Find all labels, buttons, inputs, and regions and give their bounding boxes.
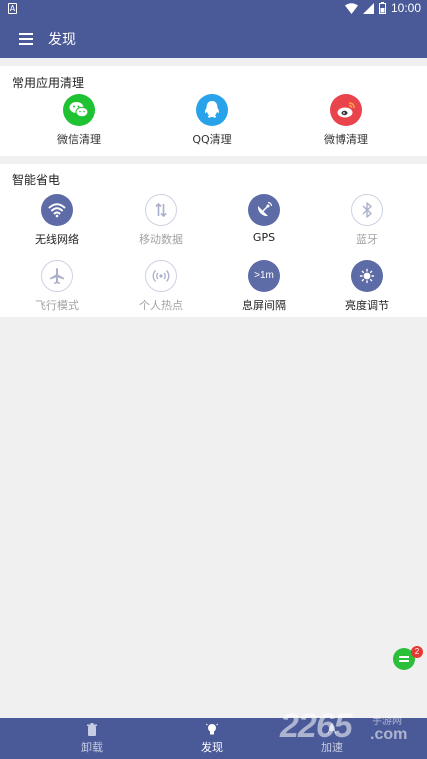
airplane-label: 飞行模式 (35, 299, 79, 312)
lightbulb-icon (167, 722, 257, 736)
screen-timeout-toggle[interactable]: >1m 息屏间隔 (224, 260, 304, 313)
section-title-common-apps: 常用应用清理 (12, 76, 85, 90)
hotspot-label: 个人热点 (139, 299, 183, 312)
airplane-toggle[interactable]: 飞行模式 (17, 260, 97, 313)
wechat-icon (63, 94, 95, 126)
section-title-power-saving: 智能省电 (12, 173, 61, 187)
weibo-icon (330, 94, 362, 126)
app-bar: 发现 (0, 18, 427, 58)
gps-label: GPS (252, 231, 276, 244)
wifi-status-icon (344, 2, 358, 14)
wifi-toggle[interactable]: 无线网络 (17, 194, 97, 247)
battery-icon (378, 2, 386, 14)
bluetooth-toggle[interactable]: 蓝牙 (327, 194, 407, 247)
watermark-logo: 2265 (280, 707, 353, 745)
nav-discover-label: 发现 (201, 741, 223, 754)
status-icons: 10:00 (344, 1, 421, 15)
nav-uninstall-label: 卸载 (81, 741, 103, 754)
gps-toggle[interactable]: GPS (224, 194, 304, 244)
bottom-nav: 卸载 发现 加速 (0, 718, 427, 759)
page-title: 发现 (48, 32, 76, 48)
common-apps-card: 常用应用清理 微信清理 QQ清理 微博清理 (0, 66, 427, 156)
mobile-data-icon (145, 194, 177, 226)
hotspot-icon (145, 260, 177, 292)
bluetooth-icon (351, 194, 383, 226)
wechat-clean-button[interactable]: 微信清理 (39, 94, 119, 147)
qq-clean-label: QQ清理 (192, 133, 232, 146)
power-saving-card: 智能省电 无线网络 移动数据 GPS 蓝牙 飞行模式 个人热点 >1m 息屏间隔… (0, 164, 427, 317)
weibo-clean-label: 微博清理 (324, 133, 368, 146)
brightness-label: 亮度调节 (345, 299, 389, 312)
qq-icon (196, 94, 228, 126)
qq-clean-button[interactable]: QQ清理 (172, 94, 252, 147)
screen-timeout-label: 息屏间隔 (242, 299, 286, 312)
watermark-domain: .com (370, 726, 408, 743)
signal-icon (362, 2, 374, 14)
wechat-clean-label: 微信清理 (57, 133, 101, 146)
floating-badge: 2 (411, 646, 423, 658)
weibo-clean-button[interactable]: 微博清理 (306, 94, 386, 147)
watermark-sub: 手游网 (372, 716, 402, 727)
bluetooth-label: 蓝牙 (356, 233, 378, 246)
wifi-icon (41, 194, 73, 226)
notification-icon: A (8, 3, 17, 14)
screen-timeout-icon: >1m (248, 260, 280, 292)
gps-icon (248, 194, 280, 226)
nav-uninstall[interactable]: 卸载 (47, 722, 137, 755)
mobile-data-label: 移动数据 (139, 233, 183, 246)
menu-icon[interactable] (16, 28, 38, 48)
brightness-toggle[interactable]: 亮度调节 (327, 260, 407, 313)
status-bar: A 10:00 (0, 0, 427, 18)
trash-icon (47, 722, 137, 736)
hotspot-toggle[interactable]: 个人热点 (121, 260, 201, 313)
nav-discover[interactable]: 发现 (167, 722, 257, 755)
screen-timeout-value: >1m (254, 270, 274, 281)
wifi-label: 无线网络 (35, 233, 79, 246)
status-time: 10:00 (390, 1, 421, 15)
brightness-icon (351, 260, 383, 292)
airplane-icon (41, 260, 73, 292)
mobile-data-toggle[interactable]: 移动数据 (121, 194, 201, 247)
